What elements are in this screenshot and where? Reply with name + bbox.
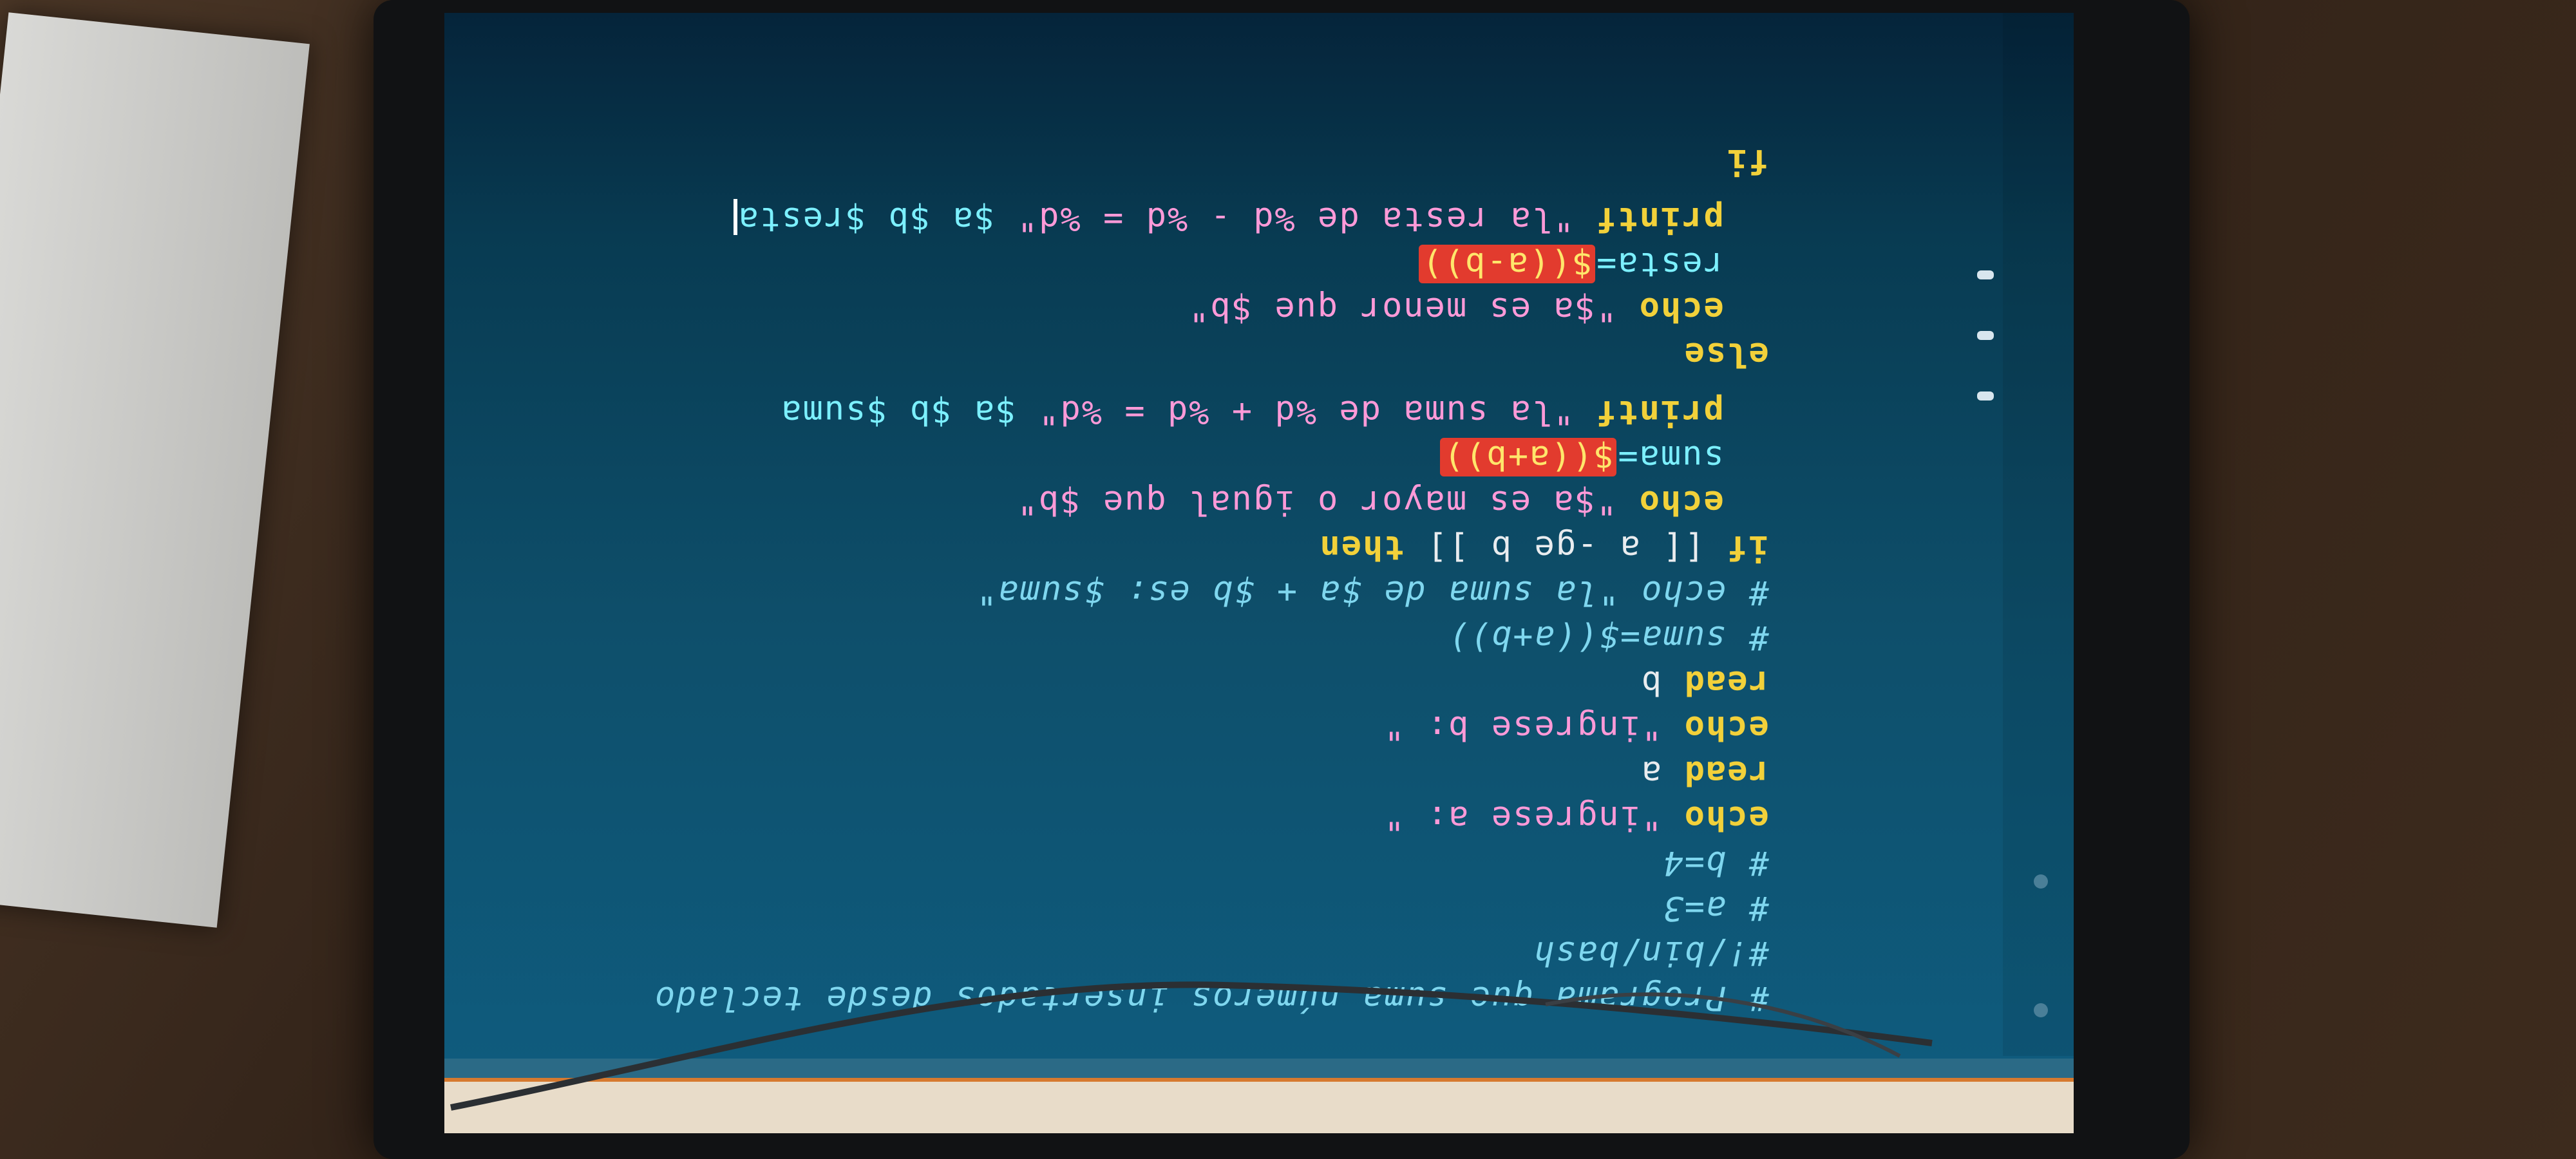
editor-screen: # Programa que suma números insertados d… — [444, 13, 2074, 1133]
scroll-marker-icon — [1977, 391, 1994, 400]
code-line-9: # suma=$((a+b)) — [1447, 618, 1984, 695]
code-line-8: read b — [1640, 663, 1984, 740]
string-literal: "ingrese b: " — [1383, 708, 1683, 747]
scroll-marker-icon — [1977, 331, 1994, 340]
code-line-15: else — [1683, 335, 1984, 412]
scrollbar-markers — [1977, 270, 1994, 452]
printf-arguments: $a $b $suma — [780, 393, 1038, 431]
desk-paper — [0, 12, 310, 928]
editor-title-bar — [444, 1078, 2074, 1133]
keyword-fi: fi — [1726, 142, 1769, 180]
code-line-1: # Programa que suma números insertados d… — [654, 979, 1984, 1056]
string-literal: "la suma de %d + %d = %d" — [1037, 393, 1596, 431]
string-literal: "ingrese a: " — [1383, 798, 1683, 837]
code-line-10: # echo "la suma de $a + $b es: $suma" — [976, 573, 1984, 650]
text-cursor — [733, 199, 737, 235]
scroll-marker-icon — [1977, 270, 1994, 279]
code-line-11: if [[ a -ge b ]] then — [1318, 528, 1984, 605]
fold-marker-icon[interactable] — [2034, 874, 2048, 889]
string-literal: "la resta de %d - %d = %d" — [1016, 200, 1596, 238]
printf-arguments: $a $b $resta — [737, 200, 1016, 238]
code-line-14: printf "la suma de %d + %d = %d" $a $b $… — [780, 393, 1938, 470]
code-line-4: # b=4 — [1662, 843, 1984, 921]
code-line-18: printf "la resta de %d - %d = %d" $a $b … — [733, 199, 1938, 277]
code-line-12: echo "$a es mayor o igual que $b" — [1016, 483, 1938, 560]
code-line-7: echo "ingrese b: " — [1383, 708, 1984, 786]
code-line-6: read a — [1640, 753, 1984, 831]
editor-tab-strip — [444, 1059, 2074, 1078]
code-line-13: suma=$((a+b)) — [1439, 438, 1938, 515]
code-line-16: echo "$a es menor que $b" — [1188, 290, 1938, 367]
code-line-19: fi — [1726, 142, 1984, 219]
code-line-2: #!/bin/bash — [1533, 934, 1984, 1011]
code-editor[interactable]: # Programa que suma números insertados d… — [444, 13, 2074, 1133]
code-line-5: echo "ingrese a: " — [1383, 798, 1984, 876]
fold-marker-icon[interactable] — [2034, 1003, 2048, 1017]
photo-stage: # Programa que suma números insertados d… — [0, 0, 2576, 1159]
line-gutter — [2003, 13, 2074, 1056]
code-line-17: resta=$((a-b)) — [1418, 245, 1938, 322]
code-line-3: # a=3 — [1662, 889, 1984, 966]
keyword-printf: printf — [1595, 200, 1724, 238]
